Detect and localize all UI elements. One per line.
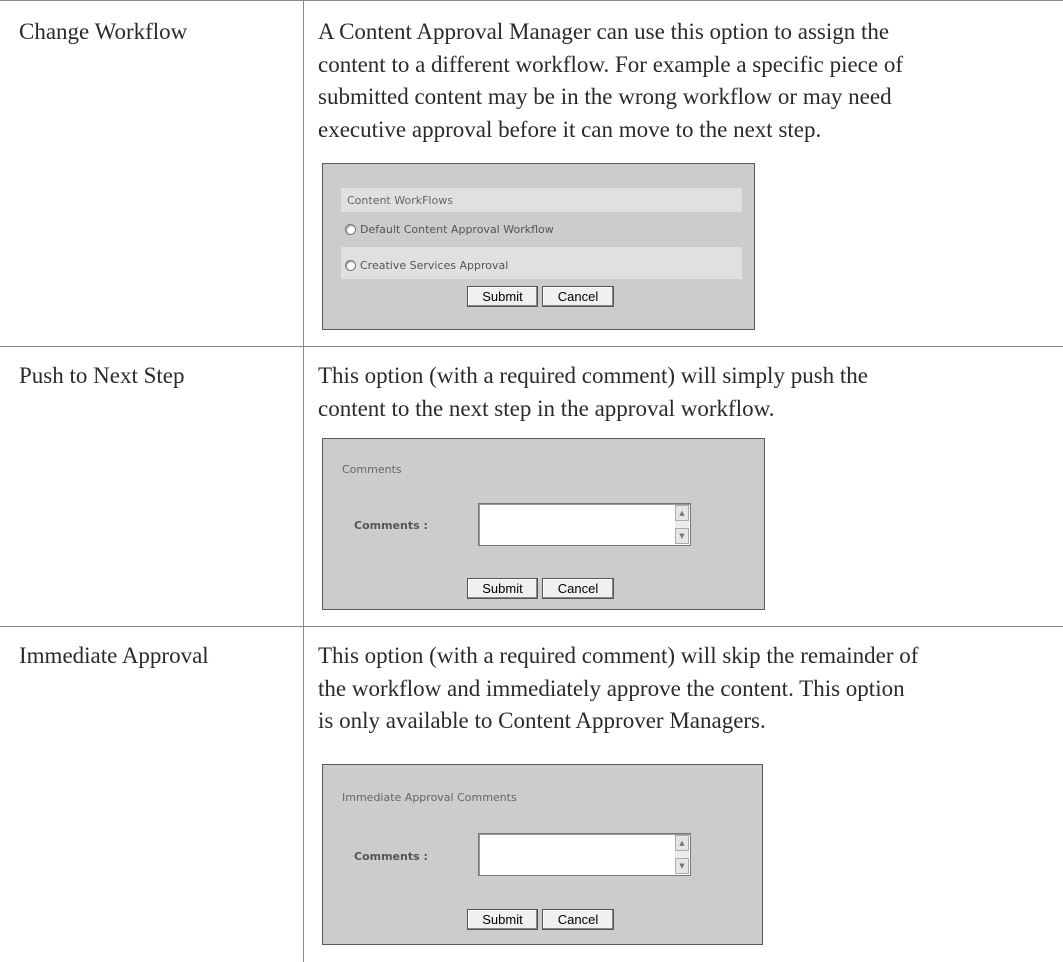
option-description: This option (with a required comment) wi… [318, 360, 1053, 425]
submit-button[interactable]: Submit [467, 578, 538, 599]
immediate-approval-panel: Immediate Approval Comments Comments : ▲… [322, 764, 763, 945]
cancel-button[interactable]: Cancel [542, 578, 614, 599]
scroll-down-arrow-icon[interactable]: ▼ [675, 528, 689, 544]
workflow-option[interactable]: Default Content Approval Workflow [345, 223, 554, 236]
row-divider [0, 626, 1063, 627]
description-line: executive approval before it can move to… [318, 116, 822, 142]
comments-label: Comments : [354, 850, 428, 863]
option-description: This option (with a required comment) wi… [318, 640, 1053, 738]
description-line: submitted content may be in the wrong wo… [318, 84, 892, 109]
cancel-button[interactable]: Cancel [542, 909, 614, 930]
description-line: A Content Approval Manager can use this … [318, 19, 890, 44]
panel-title: Immediate Approval Comments [342, 791, 517, 804]
comments-panel: Comments Comments : ▲ ▼ Submit Cancel [322, 438, 765, 610]
comments-textarea[interactable]: ▲ ▼ [478, 503, 691, 546]
submit-button[interactable]: Submit [467, 909, 538, 930]
description-line: is only available to Content Approver Ma… [318, 708, 766, 733]
option-name: Change Workflow [19, 19, 188, 44]
panel-title: Comments [342, 463, 402, 476]
workflow-option-label: Default Content Approval Workflow [360, 223, 554, 236]
scroll-down-arrow-icon[interactable]: ▼ [675, 858, 689, 874]
row-divider [0, 346, 1063, 347]
table-top-border [0, 0, 1063, 1]
panel-title: Content WorkFlows [347, 194, 453, 207]
content-workflows-panel: Content WorkFlows Default Content Approv… [322, 163, 755, 330]
textarea-scrollbar[interactable]: ▲ ▼ [675, 835, 689, 874]
description-line: This option (with a required comment) wi… [318, 363, 869, 388]
column-divider [303, 0, 304, 962]
option-name: Immediate Approval [19, 643, 209, 668]
description-line: This option (with a required comment) wi… [318, 643, 919, 668]
workflow-option-label: Creative Services Approval [360, 259, 509, 272]
submit-button[interactable]: Submit [467, 286, 538, 307]
comments-textarea[interactable]: ▲ ▼ [478, 833, 691, 876]
option-name: Push to Next Step [19, 363, 185, 388]
radio-button-icon[interactable] [345, 260, 356, 271]
workflow-option[interactable]: Creative Services Approval [345, 259, 508, 272]
scroll-up-arrow-icon[interactable]: ▲ [675, 505, 689, 521]
description-line: content to a different workflow. For exa… [318, 51, 903, 77]
textarea-scrollbar[interactable]: ▲ ▼ [675, 505, 689, 544]
radio-button-icon[interactable] [345, 224, 356, 235]
description-line: content to the next step in the approval… [318, 395, 775, 421]
scroll-up-arrow-icon[interactable]: ▲ [675, 835, 689, 851]
comments-label: Comments : [354, 519, 428, 532]
cancel-button[interactable]: Cancel [542, 286, 614, 307]
option-description: A Content Approval Manager can use this … [318, 16, 1053, 146]
description-line: the workflow and immediately approve the… [318, 675, 905, 701]
